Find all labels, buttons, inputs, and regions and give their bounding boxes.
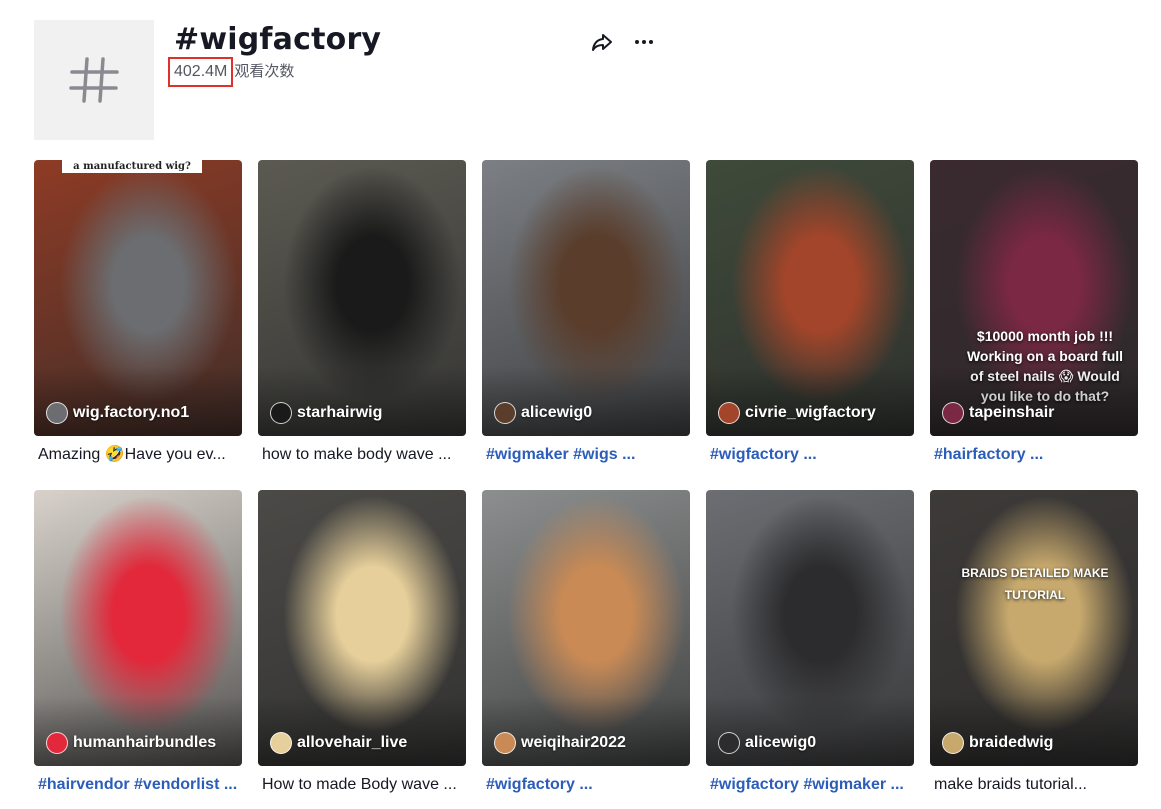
video-caption[interactable]: #hairfactory ... (930, 444, 1138, 466)
share-icon[interactable] (590, 30, 614, 54)
video-thumbnail[interactable]: humanhairbundles (34, 490, 242, 766)
caption-text[interactable]: #wigmaker #wigs ... (486, 446, 635, 463)
author-name: starhairwig (297, 404, 383, 421)
video-card[interactable]: alicewig0 #wigfactory #wigmaker ... (706, 490, 914, 796)
video-card[interactable]: a manufactured wig? wig.factory.no1 Amazin… (34, 160, 242, 466)
video-card[interactable]: allovehair_live How to made Body wave ... (258, 490, 466, 796)
author-name: allovehair_live (297, 734, 408, 751)
video-thumbnail[interactable]: civrie_wigfactory (706, 160, 914, 436)
author-name: alicewig0 (745, 734, 817, 751)
video-caption[interactable]: #wigfactory ... (482, 774, 690, 796)
caption-text[interactable]: Amazing 🤣Have you ev... (38, 446, 226, 463)
video-card[interactable]: civrie_wigfactory #wigfactory ... (706, 160, 914, 466)
caption-text[interactable]: make braids tutorial... (934, 776, 1087, 793)
views-stats: 402.4M 观看次数 (168, 57, 294, 87)
video-thumbnail[interactable]: BRAIDS DETAILED MAKE TUTORIAL braidedwig (930, 490, 1138, 766)
video-author[interactable]: tapeinshair (942, 402, 1054, 424)
caption-text[interactable]: #hairfactory ... (934, 446, 1043, 463)
video-caption[interactable]: #wigfactory ... (706, 444, 914, 466)
avatar (494, 732, 516, 754)
video-caption[interactable]: Amazing 🤣Have you ev... (34, 444, 242, 466)
video-author[interactable]: starhairwig (270, 402, 382, 424)
video-card[interactable]: starhairwig how to make body wave ... (258, 160, 466, 466)
video-card[interactable]: weiqihair2022 #wigfactory ... (482, 490, 690, 796)
video-thumbnail[interactable]: allovehair_live (258, 490, 466, 766)
video-author[interactable]: civrie_wigfactory (718, 402, 876, 424)
avatar (270, 732, 292, 754)
page-title: #wigfactory (174, 22, 382, 57)
avatar (942, 402, 964, 424)
video-caption[interactable]: how to make body wave ... (258, 444, 466, 466)
video-card[interactable]: alicewig0 #wigmaker #wigs ... (482, 160, 690, 466)
views-label: 观看次数 (234, 63, 295, 80)
video-thumbnail[interactable]: starhairwig (258, 160, 466, 436)
caption-text[interactable]: #wigfactory ... (486, 776, 593, 793)
caption-text[interactable]: how to make body wave ... (262, 446, 451, 463)
author-name: civrie_wigfactory (745, 404, 876, 421)
video-overlay-text: BRAIDS DETAILED MAKE TUTORIAL (961, 566, 1109, 602)
video-author[interactable]: alicewig0 (494, 402, 592, 424)
video-thumbnail[interactable]: alicewig0 (706, 490, 914, 766)
avatar (718, 402, 740, 424)
author-name: wig.factory.no1 (73, 404, 190, 421)
video-card[interactable]: humanhairbundles #hairvendor #vendorlist … (34, 490, 242, 796)
video-author[interactable]: wig.factory.no1 (46, 402, 189, 424)
more-icon[interactable] (632, 30, 656, 54)
avatar (494, 402, 516, 424)
video-caption[interactable]: make braids tutorial... (930, 774, 1138, 796)
video-card[interactable]: $10000 month job !!! Working on a board … (930, 160, 1138, 466)
video-caption[interactable]: #hairvendor #vendorlist ... (34, 774, 242, 796)
avatar (942, 732, 964, 754)
video-thumbnail[interactable]: a manufactured wig? wig.factory.no1 (34, 160, 242, 436)
video-author[interactable]: braidedwig (942, 732, 1053, 754)
video-caption[interactable]: #wigfactory #wigmaker ... (706, 774, 914, 796)
author-name: weiqihair2022 (521, 734, 626, 751)
video-author[interactable]: weiqihair2022 (494, 732, 626, 754)
video-caption[interactable]: #wigmaker #wigs ... (482, 444, 690, 466)
caption-text[interactable]: #wigfactory ... (710, 446, 817, 463)
video-thumbnail[interactable]: alicewig0 (482, 160, 690, 436)
views-count: 402.4M (168, 57, 234, 87)
video-card[interactable]: BRAIDS DETAILED MAKE TUTORIAL braidedwig m… (930, 490, 1138, 796)
author-name: humanhairbundles (73, 734, 217, 751)
author-name: braidedwig (969, 734, 1054, 751)
video-author[interactable]: allovehair_live (270, 732, 407, 754)
avatar (46, 402, 68, 424)
caption-text[interactable]: #wigfactory #wigmaker ... (710, 776, 904, 793)
video-overlay-text: a manufactured wig? (62, 160, 202, 173)
avatar (46, 732, 68, 754)
author-name: alicewig0 (521, 404, 593, 421)
avatar (270, 402, 292, 424)
video-caption[interactable]: How to made Body wave ... (258, 774, 466, 796)
video-thumbnail[interactable]: weiqihair2022 (482, 490, 690, 766)
hashtag-icon (34, 20, 154, 140)
tag-header: #wigfactory 402.4M 观看次数 (34, 20, 674, 140)
caption-text[interactable]: How to made Body wave ... (262, 776, 457, 793)
video-thumbnail[interactable]: $10000 month job !!! Working on a board … (930, 160, 1138, 436)
caption-text[interactable]: #hairvendor #vendorlist ... (38, 776, 237, 793)
video-author[interactable]: humanhairbundles (46, 732, 216, 754)
avatar (718, 732, 740, 754)
author-name: tapeinshair (969, 404, 1055, 421)
video-author[interactable]: alicewig0 (718, 732, 816, 754)
